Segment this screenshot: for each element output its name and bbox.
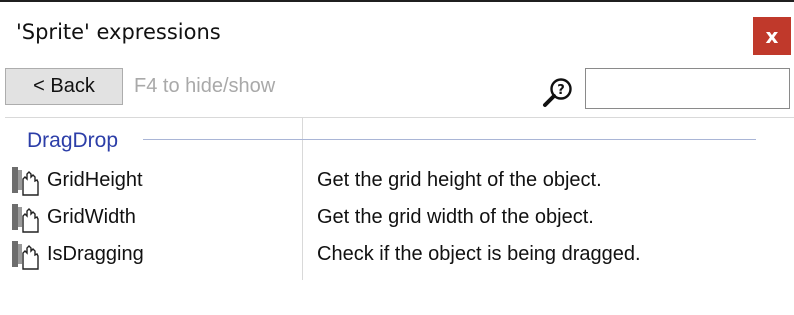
drag-drop-hand-icon [12, 204, 39, 233]
close-icon: x [765, 24, 779, 48]
expressions-list: DragDrop GridHeight Get the grid height … [0, 115, 794, 315]
list-item[interactable]: IsDragging Check if the object is being … [0, 237, 794, 273]
expression-name: GridWidth [47, 206, 136, 228]
list-top-divider [5, 117, 794, 118]
search-input[interactable] [585, 68, 790, 109]
svg-text:?: ? [557, 83, 565, 98]
expression-name: GridHeight [47, 169, 143, 191]
group-header-dragdrop[interactable]: DragDrop [27, 129, 118, 153]
expression-description: Get the grid height of the object. [317, 169, 602, 191]
expression-description: Get the grid width of the object. [317, 206, 594, 228]
back-button[interactable]: < Back [5, 68, 123, 105]
expression-description: Check if the object is being dragged. [317, 243, 641, 265]
drag-drop-hand-icon [12, 241, 39, 270]
expressions-dialog: 'Sprite' expressions x < Back F4 to hide… [0, 2, 794, 315]
expression-name: IsDragging [47, 243, 144, 265]
drag-drop-hand-icon [12, 167, 39, 196]
toolbar: < Back F4 to hide/show ? [0, 68, 794, 109]
hide-show-hint: F4 to hide/show [134, 75, 276, 97]
dialog-title: 'Sprite' expressions [16, 20, 221, 44]
search-help-icon[interactable]: ? [542, 74, 576, 108]
list-item[interactable]: GridWidth Get the grid width of the obje… [0, 200, 794, 236]
close-button[interactable]: x [753, 17, 791, 55]
group-header-line [143, 139, 756, 140]
list-item[interactable]: GridHeight Get the grid height of the ob… [0, 163, 794, 199]
title-bar: 'Sprite' expressions x [0, 2, 794, 62]
